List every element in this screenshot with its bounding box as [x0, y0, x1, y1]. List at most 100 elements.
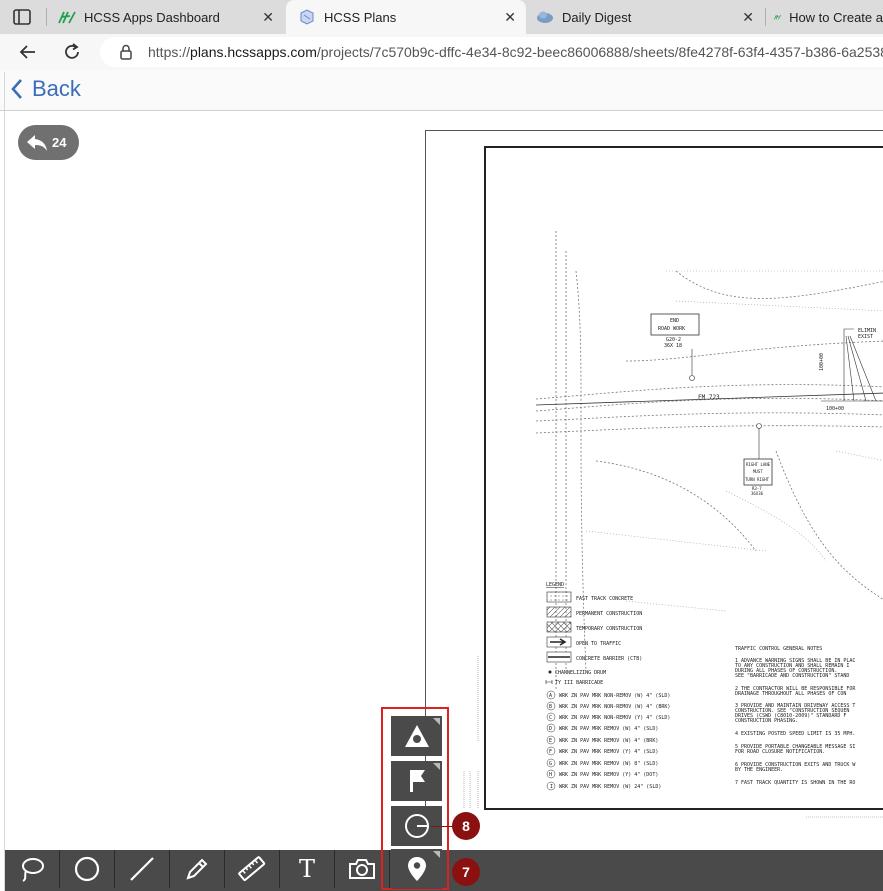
sign-post	[756, 423, 762, 429]
tab-hcss-plans[interactable]: HCSS Plans ✕	[286, 0, 526, 34]
triangle-marker-tool-button[interactable]	[391, 716, 442, 756]
line-icon	[130, 857, 154, 881]
plan-drawing: FM 723 END ROAD WORK G20-2 36X 18 RIGHT …	[463, 146, 883, 818]
lock-icon[interactable]	[118, 43, 134, 61]
marking-key: C	[549, 715, 552, 721]
hcss-favicon-icon	[774, 14, 781, 20]
road-linework	[535, 231, 883, 691]
submenu-corner-icon	[433, 763, 440, 770]
legend-label: FAST TRACK CONCRETE	[576, 596, 633, 602]
sign-text: RIGHT LANE	[746, 462, 771, 467]
note-line: SEE "BARRICADE AND CONSTRUCTION" STAND	[735, 673, 849, 679]
lasso-tool-button[interactable]	[5, 850, 60, 888]
station-label: 100+00	[826, 406, 844, 412]
text-icon: T	[298, 855, 315, 883]
marking-text: WRK ZN PAV MRK NON-REMOV (W) 4" (SLD)	[559, 693, 670, 699]
tab-daily-digest[interactable]: Daily Digest ✕	[528, 0, 764, 34]
marking-key: B	[549, 704, 552, 710]
legend-title: LEGEND	[546, 582, 564, 588]
submenu-corner-icon	[433, 718, 440, 725]
flag-tool-button[interactable]	[391, 761, 442, 801]
back-button[interactable]: Back	[10, 76, 81, 102]
marker-flyout-menu	[381, 707, 449, 890]
note-line: CONSTRUCTION PHASING.	[735, 718, 798, 724]
sign-size: 36X36	[751, 491, 764, 496]
sign-text: MUST	[753, 469, 763, 474]
marking-text: WRK ZN PAV MRK REMOV (Y) 4" (DOT)	[559, 772, 658, 778]
pencil-tool-button[interactable]	[170, 850, 225, 888]
tab-how-to-create[interactable]: How to Create a	[770, 0, 883, 34]
legend-label: CONCRETE BARRIER (CTB)	[576, 656, 642, 662]
station-label: 100+00	[819, 353, 825, 371]
marking-text: WRK ZN PAV MRK REMOV (W) 4" (SLD)	[559, 726, 658, 732]
marking-text: WRK ZN PAV MRK REMOV (W) 8" (SLD)	[559, 761, 658, 767]
legend-label: TY III BARRICADE	[555, 680, 603, 686]
tab-close-icon[interactable]: ✕	[504, 9, 516, 26]
line-tool-button[interactable]	[115, 850, 170, 888]
marking-text: WRK ZN PAV MRK NON-REMOV (Y) 4" (SLD)	[559, 715, 670, 721]
ruler-icon	[238, 856, 266, 882]
legend-swatch	[546, 591, 572, 603]
tab-separator	[765, 8, 766, 26]
marking-text: WRK ZN PAV MRK NON-REMOV (W) 4" (BRK)	[559, 704, 670, 710]
reload-icon[interactable]	[61, 41, 83, 63]
triangle-dot-icon	[404, 725, 429, 747]
url-text: https://plans.hcssapps.com/projects/7c57…	[148, 44, 883, 60]
note-line: 7 FAST TRACK QUANTITY IS SHOWN IN THE RO	[735, 780, 855, 786]
submenu-corner-icon	[433, 851, 440, 858]
tab-hcss-apps-dashboard[interactable]: HCSS Apps Dashboard ✕	[52, 0, 284, 34]
undo-button[interactable]: 24	[18, 125, 79, 160]
camera-icon	[349, 859, 375, 879]
marking-key: D	[549, 726, 552, 732]
legend-label: CHANNELIZING DRUM	[555, 670, 606, 676]
circle-icon	[74, 856, 100, 882]
browser-address-bar: https://plans.hcssapps.com/projects/7c57…	[0, 34, 883, 70]
app-header: Back	[0, 70, 883, 111]
general-notes: TRAFFIC CONTROL GENERAL NOTES 1 ADVANCE …	[735, 646, 856, 786]
url-path: /projects/7c570b9c-dffc-4e34-8c92-beec86…	[316, 44, 883, 60]
marking-text: WRK ZN PAV MRK REMOV (W) 24" (SLD)	[559, 784, 661, 790]
tab-close-icon[interactable]: ✕	[262, 9, 274, 26]
callout-badge-8: 8	[452, 812, 480, 840]
callout-badge-7: 7	[452, 858, 480, 886]
sign-text: END	[670, 318, 679, 324]
note-line: FOR ROAD CLOSURE NOTIFICATION.	[735, 749, 825, 755]
callout-leader-line	[431, 826, 453, 827]
road-label: FM 723	[698, 394, 720, 401]
url-input[interactable]: https://plans.hcssapps.com/projects/7c57…	[100, 37, 883, 67]
marking-key: H	[549, 772, 552, 778]
sign-size: 36X 18	[664, 343, 682, 349]
ruler-tool-button[interactable]	[225, 850, 280, 888]
survey-linework	[585, 270, 883, 612]
plan-sheet[interactable]: FM 723 END ROAD WORK G20-2 36X 18 RIGHT …	[425, 130, 883, 824]
flag-icon	[409, 770, 425, 792]
marking-text: WRK ZN PAV MRK REMOV (Y) 4" (SLD)	[559, 749, 658, 755]
marking-key: A	[549, 693, 552, 699]
undo-count: 24	[52, 135, 67, 150]
exist-label: EXIST	[858, 334, 873, 340]
sign-text: ROAD WORK	[658, 326, 685, 332]
text-tool-button[interactable]: T	[280, 850, 335, 888]
map-pin-icon	[407, 857, 426, 881]
tab-title: How to Create a	[789, 9, 883, 25]
browser-tab-bar: HCSS Apps Dashboard ✕ HCSS Plans ✕ Daily…	[0, 0, 883, 34]
pencil-icon	[186, 858, 208, 880]
url-scheme: https://	[148, 44, 191, 60]
chevron-left-icon	[11, 79, 22, 99]
marking-key: F	[549, 749, 552, 755]
cloud-favicon-icon	[537, 11, 553, 23]
circle-tool-button[interactable]	[60, 850, 115, 888]
pin-tool-button[interactable]	[391, 849, 442, 889]
legend-barricade	[545, 680, 553, 684]
sign-text: TURN RIGHT	[745, 477, 770, 482]
back-arrow-icon[interactable]	[17, 41, 39, 63]
notes-title: TRAFFIC CONTROL GENERAL NOTES	[735, 646, 822, 652]
legend-label: TEMPORARY CONSTRUCTION	[576, 626, 642, 632]
tab-close-icon[interactable]: ✕	[742, 9, 754, 26]
plans-favicon-icon	[300, 9, 314, 25]
legend-swatch	[546, 621, 572, 633]
marking-list: A WRK ZN PAV MRK NON-REMOV (W) 4" (SLD) B…	[546, 690, 670, 791]
sidebar-toggle-icon[interactable]	[12, 7, 32, 27]
sign-post	[689, 375, 695, 381]
marking-key: E	[549, 738, 552, 744]
